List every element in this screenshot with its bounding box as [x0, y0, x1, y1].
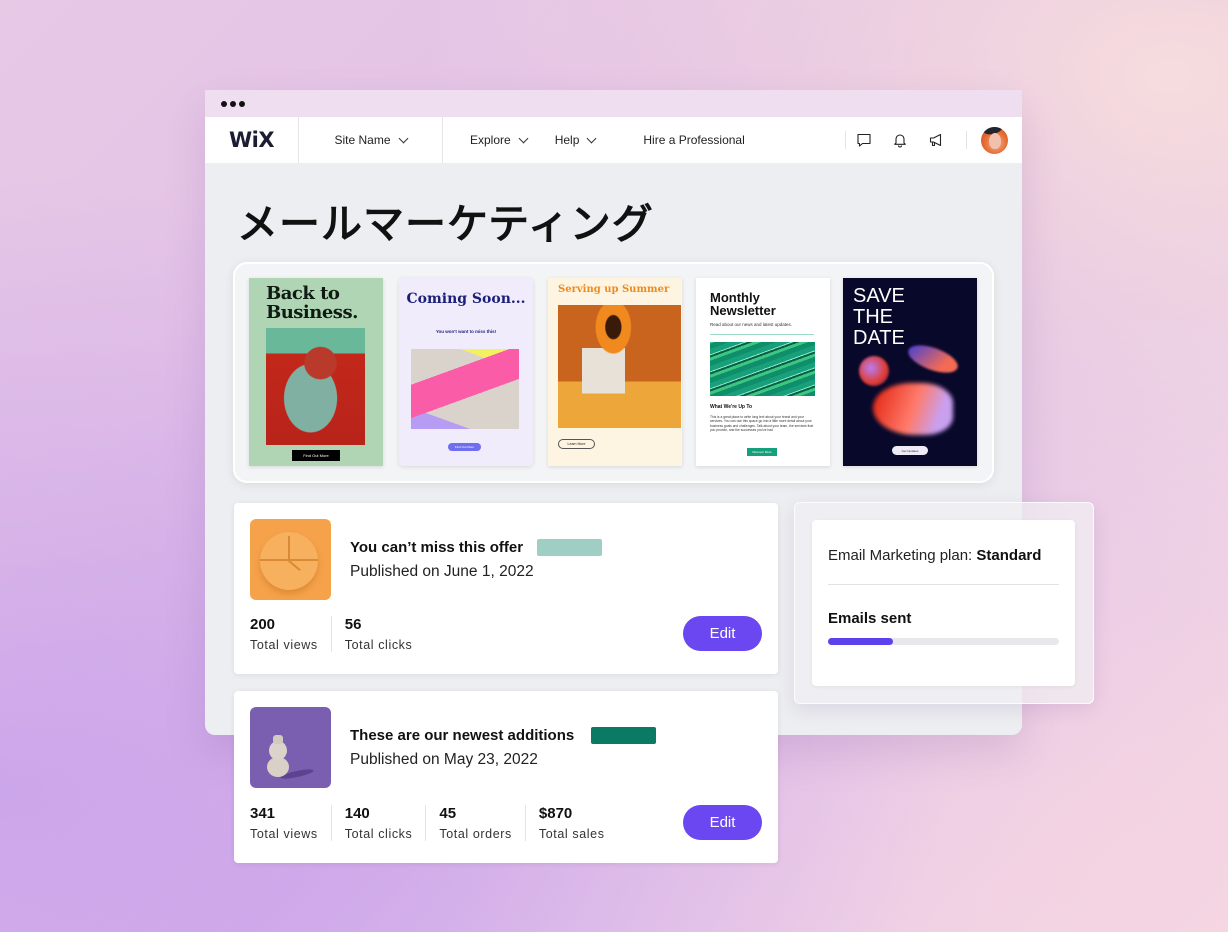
template-image	[710, 342, 815, 396]
site-name-label: Site Name	[334, 133, 391, 147]
wix-logo[interactable]: WiX	[205, 128, 298, 152]
template-button: Find Out More	[292, 450, 340, 461]
campaign-title[interactable]: These are our newest additions	[350, 727, 574, 744]
help-dropdown[interactable]: Help	[554, 133, 597, 147]
status-badge	[537, 539, 602, 556]
chat-icon[interactable]	[846, 125, 882, 155]
campaign-thumbnail-vase	[250, 707, 331, 788]
top-navbar: WiX Site Name Explore Help Hire a Profes…	[205, 117, 1022, 163]
explore-dropdown[interactable]: Explore	[470, 133, 529, 147]
plan-divider	[828, 584, 1059, 585]
stat-value: 200	[250, 616, 276, 633]
template-image	[558, 305, 681, 428]
template-title: Coming Soon...	[406, 291, 526, 307]
window-titlebar	[205, 90, 1022, 117]
template-subtitle: Read about our news and latest updates.	[710, 322, 793, 327]
campaign-card: These are our newest additions Published…	[234, 691, 778, 863]
template-card[interactable]: Back to Business. Find Out More	[249, 278, 383, 466]
nav-divider	[442, 117, 443, 163]
stat-value: $870	[538, 805, 573, 822]
chevron-down-icon	[398, 133, 408, 143]
emails-sent-label: Emails sent	[828, 610, 912, 627]
campaign-stats: 341 Total views 140 Total clicks 45 Tota…	[250, 805, 631, 841]
vase-icon	[267, 757, 289, 777]
stat-value: 56	[344, 616, 362, 633]
campaign-date: Published on June 1, 2022	[350, 563, 534, 580]
plan-name: Standard	[976, 547, 1042, 564]
bell-icon[interactable]	[882, 125, 918, 155]
template-card[interactable]: SAVE THE DATE Get Updates	[843, 278, 977, 466]
template-card[interactable]: Coming Soon... You won't want to miss th…	[399, 278, 533, 466]
stat-value: 140	[344, 805, 370, 822]
campaign-title[interactable]: You can’t miss this offer	[350, 539, 523, 556]
stat-label: Total orders	[439, 827, 512, 841]
hire-professional-label: Hire a Professional	[643, 133, 745, 147]
stat-views: 341 Total views	[250, 805, 332, 841]
campaign-card: You can’t miss this offer Published on J…	[234, 503, 778, 674]
template-button: Get Updates	[892, 446, 928, 455]
progress-fill	[828, 638, 893, 645]
template-image	[411, 349, 519, 429]
stat-label: Total views	[250, 827, 318, 841]
emails-sent-progress	[828, 638, 1059, 645]
stat-value: 45	[439, 805, 457, 822]
page-title: メールマーケティング	[237, 200, 654, 248]
template-image	[873, 383, 953, 435]
template-gallery: Back to Business. Find Out More Coming S…	[233, 262, 994, 483]
site-name-dropdown[interactable]: Site Name	[299, 133, 442, 147]
status-badge	[591, 727, 656, 744]
campaign-date: Published on May 23, 2022	[350, 751, 538, 768]
plan-label: Email Marketing plan:	[828, 547, 973, 564]
hire-professional-link[interactable]: Hire a Professional	[643, 133, 744, 147]
campaign-thumbnail-clock	[250, 519, 331, 600]
template-button: Discover More	[747, 448, 777, 456]
stat-views: 200 Total views	[250, 616, 332, 652]
template-body: This is a great place to write long text…	[710, 415, 814, 432]
stat-sales: $870 Total sales	[539, 805, 618, 841]
template-button: Find Out More	[448, 443, 481, 451]
window-dot-icon	[230, 100, 236, 107]
stat-orders: 45 Total orders	[439, 805, 526, 841]
template-image	[859, 356, 889, 386]
chevron-down-icon	[586, 133, 597, 143]
template-title: Serving up Summer	[558, 284, 670, 295]
window-dot-icon	[221, 100, 227, 107]
clock-hand	[288, 536, 290, 560]
template-card[interactable]: Serving up Summer Learn More	[548, 278, 682, 466]
campaign-stats: 200 Total views 56 Total clicks	[250, 616, 438, 652]
nav-divider	[966, 131, 967, 149]
stat-label: Total views	[250, 638, 318, 652]
stat-value: 341	[250, 805, 276, 822]
megaphone-icon[interactable]	[918, 125, 954, 155]
template-heading: What We're Up To	[710, 404, 753, 410]
plan-card: Email Marketing plan: Standard Emails se…	[812, 520, 1075, 686]
stat-label: Total clicks	[344, 827, 413, 841]
edit-button[interactable]: Edit	[683, 805, 762, 840]
stat-clicks: 56 Total clicks	[345, 616, 426, 652]
chevron-down-icon	[518, 133, 529, 143]
explore-label: Explore	[470, 133, 511, 147]
window-dot-icon	[239, 100, 245, 107]
help-label: Help	[554, 133, 580, 147]
template-divider	[710, 334, 814, 335]
template-subtitle: You won't want to miss this!	[435, 329, 497, 334]
stat-label: Total clicks	[344, 638, 413, 652]
edit-button[interactable]: Edit	[683, 616, 762, 651]
plan-info: Email Marketing plan: Standard	[828, 547, 1041, 564]
stat-label: Total sales	[538, 827, 605, 841]
template-button: Learn More	[558, 439, 595, 449]
navbar-icons	[845, 117, 1008, 163]
vase-icon	[273, 735, 283, 744]
user-avatar[interactable]	[981, 126, 1008, 154]
template-card[interactable]: Monthly Newsletter Read about our news a…	[696, 278, 830, 466]
template-title: Monthly Newsletter	[710, 290, 776, 318]
stat-clicks: 140 Total clicks	[345, 805, 427, 841]
template-title: Back to Business.	[266, 283, 358, 323]
template-image	[266, 328, 365, 445]
template-title: SAVE THE DATE	[853, 285, 905, 349]
